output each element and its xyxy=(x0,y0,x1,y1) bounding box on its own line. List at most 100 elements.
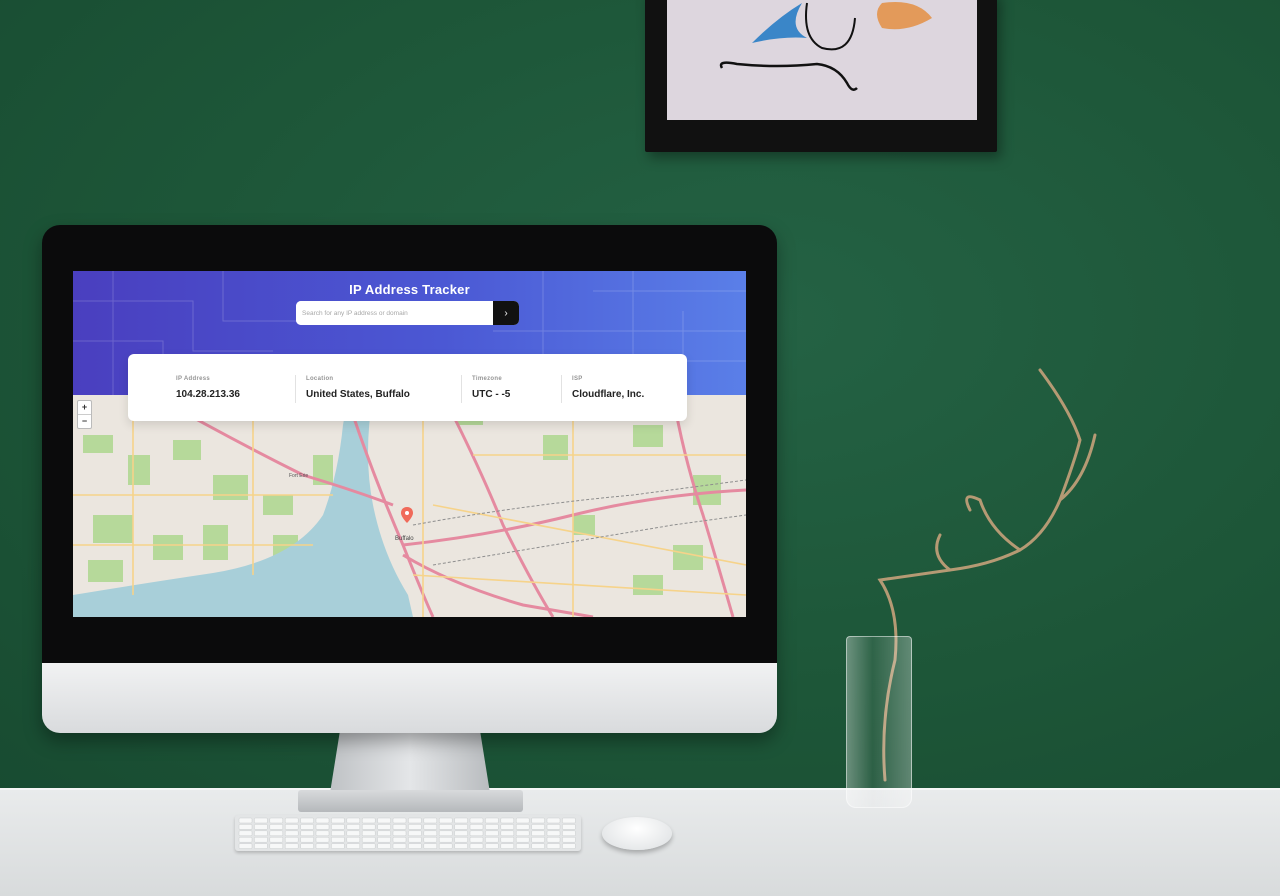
page-title: IP Address Tracker xyxy=(349,282,470,297)
artwork xyxy=(667,0,977,120)
keyboard-key xyxy=(423,830,438,837)
keyboard-key xyxy=(454,836,468,843)
info-label: Location xyxy=(306,376,334,382)
keyboard-key xyxy=(331,843,345,849)
keyboard-key xyxy=(315,824,330,830)
keyboard-key xyxy=(331,824,345,830)
keyboard-key xyxy=(408,830,422,837)
keyboard-key xyxy=(300,830,314,837)
keyboard-key xyxy=(500,836,515,843)
zoom-in-button[interactable]: + xyxy=(78,401,91,415)
keyboard-key xyxy=(500,824,515,830)
keyboard-key xyxy=(408,843,422,849)
info-value: 104.28.213.36 xyxy=(176,389,240,400)
search-input[interactable] xyxy=(296,301,493,325)
keyboard-key xyxy=(546,824,561,830)
keyboard-key xyxy=(269,830,284,837)
keyboard-key xyxy=(562,836,576,843)
keyboard-key xyxy=(531,817,545,824)
keyboard-key xyxy=(269,824,284,830)
monitor-chin xyxy=(42,663,777,733)
keyboard-key xyxy=(254,830,268,837)
zoom-out-button[interactable]: − xyxy=(78,415,91,428)
keyboard xyxy=(235,815,581,851)
keyboard-key xyxy=(469,843,484,849)
keyboard-key xyxy=(485,824,499,830)
keyboard-key xyxy=(469,817,484,824)
info-divider xyxy=(561,375,562,403)
keyboard-key xyxy=(469,836,484,843)
mouse xyxy=(602,817,672,850)
keyboard-key xyxy=(438,836,453,843)
keyboard-key xyxy=(238,830,253,837)
keyboard-key xyxy=(562,817,576,824)
monitor-stand xyxy=(330,733,490,793)
keyboard-key xyxy=(454,817,468,824)
keyboard-key xyxy=(423,843,438,849)
monitor-stand-base xyxy=(298,790,523,812)
keyboard-key xyxy=(392,824,407,830)
keyboard-key xyxy=(515,836,530,843)
keyboard-key xyxy=(315,843,330,849)
chevron-right-icon: › xyxy=(504,307,508,319)
keyboard-key xyxy=(346,836,361,843)
keyboard-key xyxy=(269,836,284,843)
keyboard-key xyxy=(315,817,330,824)
keyboard-key xyxy=(500,843,515,849)
info-value: Cloudflare, Inc. xyxy=(572,389,645,400)
keyboard-key xyxy=(238,843,253,849)
keyboard-key xyxy=(346,824,361,830)
keyboard-key xyxy=(392,836,407,843)
keyboard-key xyxy=(408,824,422,830)
keyboard-key xyxy=(377,843,391,849)
map-zoom-control: + − xyxy=(77,400,92,429)
keyboard-key xyxy=(392,843,407,849)
map-view[interactable]: Fort Erie Buffalo xyxy=(73,395,746,617)
keyboard-key xyxy=(377,836,391,843)
search-bar: › xyxy=(296,301,519,325)
keyboard-key xyxy=(254,843,268,849)
glass-vase xyxy=(846,636,912,808)
keyboard-key xyxy=(531,824,545,830)
keyboard-key xyxy=(485,836,499,843)
info-label: Timezone xyxy=(472,376,502,382)
keyboard-key xyxy=(284,843,299,849)
keyboard-key xyxy=(300,817,314,824)
keyboard-key xyxy=(438,830,453,837)
keyboard-key xyxy=(454,830,468,837)
keyboard-key xyxy=(361,836,376,843)
keyboard-key xyxy=(284,830,299,837)
keyboard-key xyxy=(331,836,345,843)
keyboard-key xyxy=(254,817,268,824)
picture-frame xyxy=(645,0,997,152)
keyboard-key xyxy=(438,824,453,830)
keyboard-key xyxy=(346,830,361,837)
keyboard-key xyxy=(423,836,438,843)
keyboard-key xyxy=(485,817,499,824)
keyboard-key xyxy=(284,824,299,830)
keyboard-key xyxy=(423,824,438,830)
keyboard-key xyxy=(361,824,376,830)
keyboard-key xyxy=(515,843,530,849)
keyboard-key xyxy=(346,843,361,849)
info-label: IP Address xyxy=(176,376,211,382)
search-submit-button[interactable]: › xyxy=(493,301,519,325)
keyboard-key xyxy=(315,836,330,843)
keyboard-key xyxy=(269,817,284,824)
keyboard-key xyxy=(438,817,453,824)
keyboard-key xyxy=(454,824,468,830)
keyboard-key xyxy=(546,843,561,849)
keyboard-key xyxy=(531,830,545,837)
app-screen: IP Address Tracker › IP Address 104.28.2… xyxy=(73,271,746,617)
keyboard-key xyxy=(300,824,314,830)
keyboard-key xyxy=(361,830,376,837)
keyboard-key xyxy=(269,843,284,849)
keyboard-key xyxy=(284,836,299,843)
keyboard-key xyxy=(238,836,253,843)
ip-info-card: IP Address 104.28.213.36 Location United… xyxy=(128,354,687,421)
keyboard-key xyxy=(531,843,545,849)
keyboard-key xyxy=(531,836,545,843)
keyboard-key xyxy=(377,817,391,824)
keyboard-key xyxy=(300,836,314,843)
keyboard-key xyxy=(346,817,361,824)
